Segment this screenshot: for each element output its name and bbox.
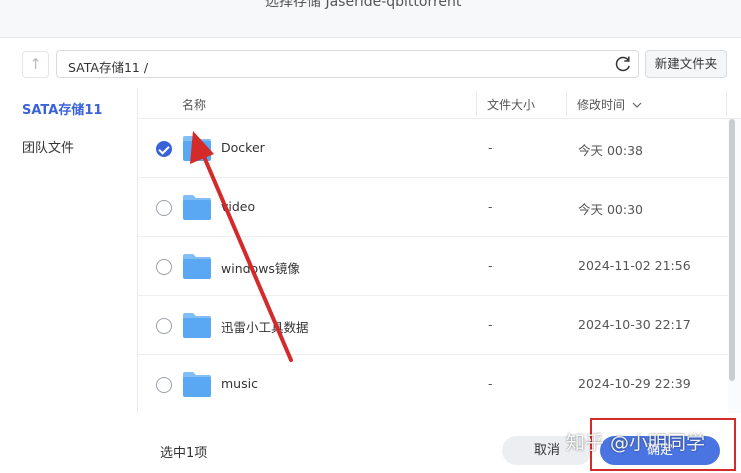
file-size: - [488,140,493,155]
folder-icon [183,372,211,397]
file-name: 迅雷小工具数据 [221,320,309,335]
file-name: music [221,376,258,391]
file-size: - [488,199,493,214]
file-modified: 2024-10-30 22:17 [578,317,691,332]
selection-count: 选中1项 [160,446,208,461]
file-list: 名称 文件大小 修改时间 Docker - 今天 00:38 video - 今天 00:… [137,88,741,413]
refresh-icon[interactable] [613,54,633,74]
file-name: windows镜像 [221,261,300,276]
file-modified: 今天 00:30 [578,202,643,217]
dialog-title-bar: 选择存储 Jaseride-qbittorrent [0,0,741,38]
confirm-button[interactable]: 确定 [600,436,720,465]
table-row[interactable]: video - 今天 00:30 [138,178,728,237]
column-header-name[interactable]: 名称 [182,96,206,113]
chevron-down-icon [632,102,642,108]
column-divider[interactable] [476,91,477,116]
dialog-title: 选择存储 Jaseride-qbittorrent [265,0,462,10]
up-directory-button[interactable]: ↑ [22,51,49,78]
path-text: SATA存储11 / [68,60,149,75]
row-select-radio[interactable] [156,200,172,216]
sidebar-item-team-files[interactable]: 团队文件 [22,137,74,156]
up-arrow-icon: ↑ [29,55,42,73]
file-size: - [488,317,493,332]
row-select-radio[interactable] [156,259,172,275]
row-select-radio[interactable] [156,141,172,157]
new-folder-button[interactable]: 新建文件夹 [645,50,727,78]
file-modified: 2024-11-02 21:56 [578,258,691,273]
column-divider[interactable] [566,91,567,116]
folder-icon [183,254,211,279]
folder-icon [183,313,211,338]
table-header: 名称 文件大小 修改时间 [138,88,741,119]
column-header-modified-label: 修改时间 [577,98,626,112]
sidebar-item-sata-storage[interactable]: SATA存储11 [22,99,102,118]
table-row[interactable]: music - 2024-10-29 22:39 [138,355,728,413]
column-header-size[interactable]: 文件大小 [487,96,535,113]
file-modified: 今天 00:38 [578,143,643,158]
column-divider[interactable] [726,91,727,116]
file-size: - [488,376,493,391]
file-name: Docker [221,140,265,155]
row-select-radio[interactable] [156,377,172,393]
file-name: video [221,199,256,214]
row-select-radio[interactable] [156,318,172,334]
file-modified: 2024-10-29 22:39 [578,376,691,391]
column-header-modified[interactable]: 修改时间 [577,96,642,113]
table-row[interactable]: Docker - 今天 00:38 [138,119,728,178]
table-row[interactable]: 迅雷小工具数据 - 2024-10-30 22:17 [138,296,728,355]
file-size: - [488,258,493,273]
folder-icon [183,195,211,220]
folder-icon [183,136,211,161]
path-input[interactable]: SATA存储11 / [56,50,639,78]
table-row[interactable]: windows镜像 - 2024-11-02 21:56 [138,237,728,296]
scrollbar-thumb[interactable] [729,119,735,381]
cancel-button[interactable]: 取消 [502,436,592,465]
